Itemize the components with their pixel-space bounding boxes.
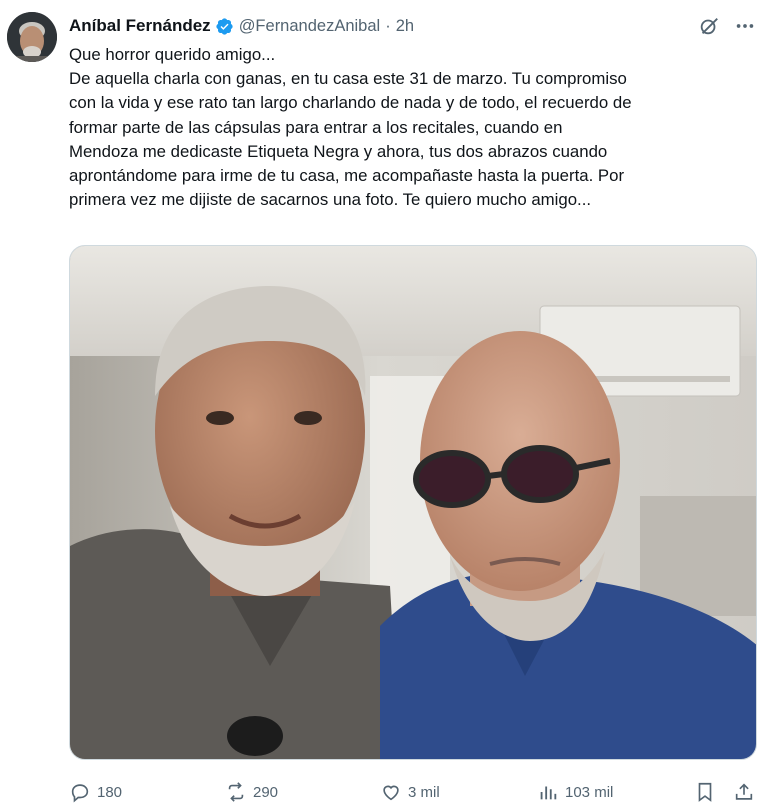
tweet-text-line: con la vida y ese rato tan largo charlan…	[69, 93, 632, 113]
tweet-text-line: aprontándome para irme de tu casa, me ac…	[69, 166, 625, 186]
reply-icon	[71, 784, 89, 803]
author-avatar[interactable]	[7, 12, 57, 62]
tweet-header: Aníbal Fernández @FernandezAnibal · 2h	[69, 14, 414, 38]
tweet-text-line: primera vez me dijiste de sacarnos una f…	[69, 190, 592, 210]
tweet-text-line: formar parte de las cápsulas para entrar…	[69, 117, 563, 137]
views-button[interactable]: 103 mil	[537, 779, 613, 805]
reply-count: 180	[97, 783, 123, 801]
views-count: 103 mil	[565, 783, 614, 801]
tweet-action-bar: 180 290 3 mil 103 mil	[69, 779, 759, 805]
verified-badge-icon	[216, 17, 233, 35]
author-name[interactable]: Aníbal Fernández	[69, 16, 211, 36]
share-button[interactable]	[733, 779, 755, 805]
tweet-text-line: Mendoza me dedicaste Etiqueta Negra y ah…	[69, 141, 608, 161]
share-icon	[735, 783, 753, 800]
bookmark-button[interactable]	[694, 779, 716, 805]
photo-illustration	[70, 246, 756, 759]
bookmark-icon	[698, 782, 712, 802]
tweet-text: Que horror querido amigo... De aquella c…	[69, 43, 759, 212]
separator-dot: ·	[385, 16, 391, 35]
tweet-photo[interactable]	[69, 245, 757, 760]
like-button[interactable]: 3 mil	[380, 779, 440, 805]
repost-count: 290	[253, 783, 279, 801]
tweet-text-line: De aquella charla con ganas, en tu casa …	[69, 69, 627, 89]
more-icon[interactable]	[733, 14, 757, 38]
views-icon	[540, 786, 557, 800]
heart-icon	[383, 785, 399, 801]
like-count: 3 mil	[408, 783, 440, 801]
reply-button[interactable]: 180	[69, 779, 122, 805]
tweet-top-actions	[697, 14, 757, 38]
repost-icon	[228, 782, 244, 802]
tweet-time[interactable]: 2h	[396, 17, 414, 36]
grok-icon[interactable]	[697, 14, 721, 38]
repost-button[interactable]: 290	[225, 779, 278, 805]
author-handle[interactable]: @FernandezAnibal	[239, 17, 381, 36]
tweet-text-line: Que horror querido amigo...	[69, 45, 276, 64]
